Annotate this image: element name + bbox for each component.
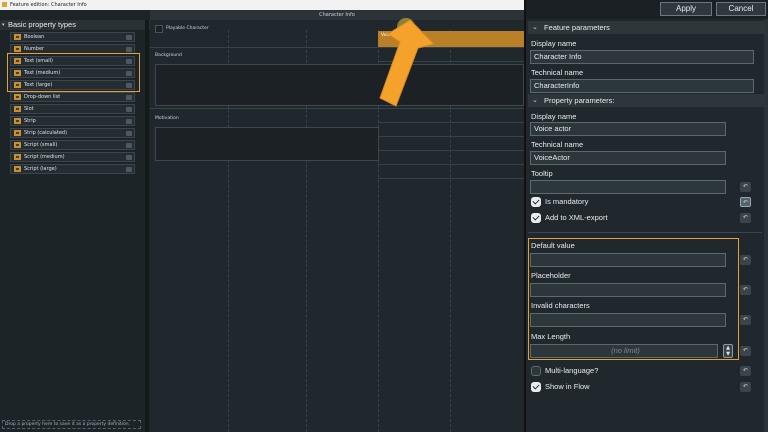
drag-handle-icon[interactable] — [126, 47, 132, 52]
row-divider — [150, 47, 524, 48]
reset-mandatory-icon[interactable]: ↶ — [740, 197, 751, 207]
feature-technical-name-label: Technical name — [531, 68, 584, 77]
motivation-textbox[interactable] — [155, 127, 379, 161]
drag-handle-icon[interactable] — [126, 95, 132, 100]
reset-show-in-flow-icon[interactable]: ↶ — [740, 382, 751, 392]
feature-display-name-input[interactable]: Character Info — [530, 50, 754, 64]
feature-params-title: Feature parameters — [544, 23, 610, 32]
reset-multi-language-icon[interactable]: ↶ — [740, 366, 751, 376]
property-type-icon — [14, 154, 21, 160]
row-divider — [378, 178, 524, 179]
feature-technical-name-input[interactable]: CharacterInfo — [530, 79, 754, 93]
property-type-item[interactable]: Boolean — [10, 32, 135, 42]
background-textbox[interactable] — [155, 64, 524, 106]
property-type-label: Script (small) — [24, 142, 58, 148]
property-params-title: Property parameters: — [544, 96, 615, 105]
chevron-down-icon: ⌄ — [532, 24, 538, 31]
feature-canvas: Character Info Playable Character Voice … — [150, 10, 524, 432]
tree-collapse-icon: ▾ — [2, 22, 5, 28]
property-type-item[interactable]: Strip (calculated) — [10, 128, 135, 138]
property-type-icon — [14, 34, 21, 40]
multi-language-checkbox[interactable] — [531, 366, 541, 376]
property-display-name-label: Display name — [531, 112, 577, 121]
reset-tooltip-icon[interactable]: ↶ — [740, 182, 751, 192]
xml-export-checkbox[interactable] — [531, 213, 541, 223]
row-divider — [378, 122, 524, 123]
feature-display-name-label: Display name — [531, 39, 577, 48]
basic-types-label: Basic property types — [8, 20, 76, 29]
property-type-label: Strip — [24, 118, 36, 124]
property-type-item[interactable]: Drop-down list — [10, 92, 135, 102]
drag-handle-icon[interactable] — [126, 143, 132, 148]
tooltip-input[interactable] — [530, 180, 726, 194]
property-display-name-input[interactable]: Voice actor — [530, 122, 726, 136]
property-technical-name-input[interactable]: VoiceActor — [530, 151, 726, 165]
drag-handle-icon[interactable] — [126, 107, 132, 112]
row-divider — [378, 164, 524, 165]
property-type-label: Script (large) — [24, 166, 57, 172]
motivation-label: Motivation — [155, 116, 179, 121]
property-type-icon — [14, 46, 21, 52]
property-technical-name-label: Technical name — [531, 140, 584, 149]
drag-handle-icon[interactable] — [126, 119, 132, 124]
property-type-icon — [14, 142, 21, 148]
playable-character-label: Playable Character — [166, 26, 209, 31]
property-type-icon — [14, 94, 21, 100]
is-mandatory-label: Is mandatory — [545, 197, 589, 206]
is-mandatory-checkbox[interactable] — [531, 197, 541, 207]
panel-splitter[interactable] — [145, 20, 149, 432]
playable-checkbox[interactable] — [155, 25, 163, 33]
property-type-icon — [14, 118, 21, 124]
property-type-icon — [14, 166, 21, 172]
tutorial-arrow-icon — [379, 19, 435, 107]
reset-max-length-icon[interactable]: ↶ — [740, 346, 751, 356]
drag-handle-icon[interactable] — [126, 131, 132, 136]
cancel-button[interactable]: Cancel — [716, 2, 766, 16]
window-title: Feature edition: Character Info — [10, 2, 87, 8]
chevron-down-icon: ⌄ — [532, 97, 538, 104]
drag-handle-icon[interactable] — [126, 167, 132, 172]
property-type-item[interactable]: Script (medium) — [10, 152, 135, 162]
property-type-label: Boolean — [24, 34, 45, 40]
highlight-text-types — [7, 53, 140, 92]
feature-params-header[interactable]: ⌄ Feature parameters — [528, 21, 766, 34]
property-type-item[interactable]: Script (large) — [10, 164, 135, 174]
row-divider — [150, 108, 524, 109]
property-type-label: Strip (calculated) — [24, 130, 68, 136]
row-divider — [378, 150, 524, 151]
app-icon — [2, 2, 7, 7]
reset-placeholder-icon[interactable]: ↶ — [740, 285, 751, 295]
drag-handle-icon[interactable] — [126, 155, 132, 160]
panel-scrollbar[interactable] — [764, 19, 768, 432]
multi-language-label: Multi-language? — [545, 366, 599, 375]
show-in-flow-label: Show in Flow — [545, 382, 590, 391]
section-divider — [528, 232, 762, 233]
reset-default-value-icon[interactable]: ↶ — [740, 255, 751, 265]
property-type-icon — [14, 130, 21, 136]
reset-xml-export-icon[interactable]: ↶ — [740, 213, 751, 223]
apply-button[interactable]: Apply — [660, 2, 712, 16]
reset-invalid-characters-icon[interactable]: ↶ — [740, 315, 751, 325]
row-divider — [378, 136, 524, 137]
property-type-label: Script (medium) — [24, 154, 65, 160]
property-type-label: Slot — [24, 106, 34, 112]
tooltip-label: Tooltip — [531, 169, 553, 178]
highlight-text-params — [528, 238, 739, 360]
canvas-title: Character Info — [150, 10, 524, 20]
window-titlebar: Feature edition: Character Info — [0, 0, 524, 10]
property-type-item[interactable]: Strip — [10, 116, 135, 126]
dialog-toolbar: Apply Cancel — [526, 0, 768, 19]
drag-handle-icon[interactable] — [126, 35, 132, 40]
property-params-header[interactable]: ⌄ Property parameters: — [528, 94, 766, 107]
xml-export-label: Add to XML-export — [545, 213, 608, 222]
basic-types-header[interactable]: ▾ Basic property types — [0, 20, 150, 30]
parameters-panel: Apply Cancel ⌄ Feature parameters Displa… — [524, 0, 768, 432]
property-type-icon — [14, 106, 21, 112]
background-label: Background — [155, 53, 182, 58]
show-in-flow-checkbox[interactable] — [531, 382, 541, 392]
drop-property-zone[interactable]: Drop a property here to save it as a pro… — [2, 420, 141, 429]
property-type-item[interactable]: Slot — [10, 104, 135, 114]
property-type-label: Drop-down list — [24, 94, 61, 100]
property-type-item[interactable]: Script (small) — [10, 140, 135, 150]
